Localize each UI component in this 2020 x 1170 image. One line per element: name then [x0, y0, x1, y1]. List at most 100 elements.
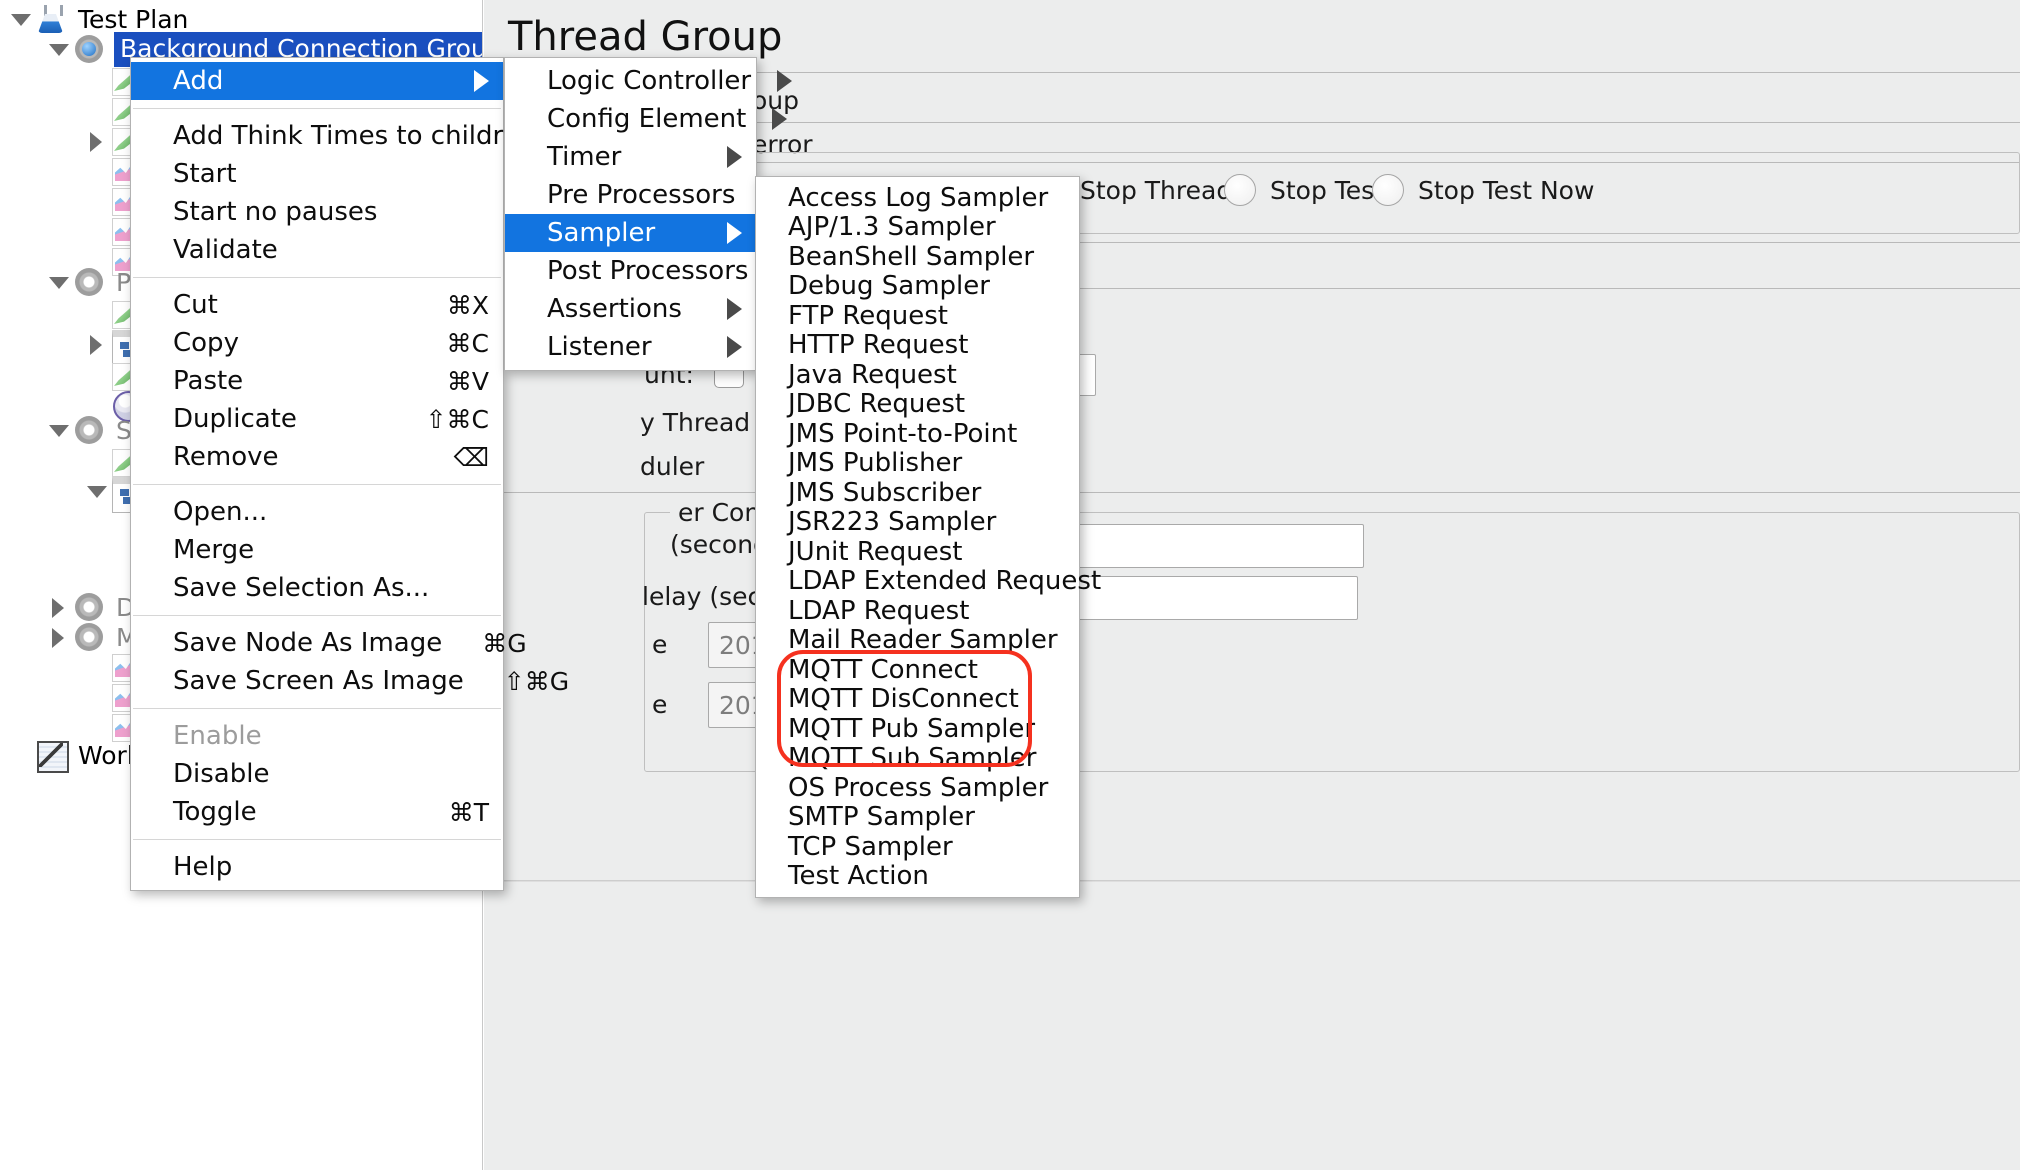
sampler-menu-item-beanshell-sampler[interactable]: BeanShell Sampler — [756, 242, 1079, 272]
sampler-menu-item-jdbc-request[interactable]: JDBC Request — [756, 390, 1079, 420]
chevron-right-icon — [727, 336, 742, 358]
sampler-menu-item-tcp-sampler[interactable]: TCP Sampler — [756, 832, 1079, 862]
radio-label-stop-test-now: Stop Test Now — [1418, 176, 1594, 205]
sampler-menu-item-junit-request[interactable]: JUnit Request — [756, 537, 1079, 567]
chevron-right-icon — [727, 298, 742, 320]
menu-item-label: Test Action — [788, 861, 1065, 891]
menu-item-disable[interactable]: Disable — [131, 755, 503, 793]
menu-item-label: Sampler — [547, 218, 701, 248]
menu-item-label: MQTT DisConnect — [788, 684, 1065, 714]
chevron-down-icon[interactable] — [84, 478, 110, 504]
menu-item-label: Debug Sampler — [788, 271, 1065, 301]
menu-item-label: Paste — [173, 366, 407, 396]
radio-stop-test-now[interactable] — [1372, 174, 1404, 206]
menu-item-start[interactable]: Start — [131, 155, 503, 193]
menu-item-merge[interactable]: Merge — [131, 531, 503, 569]
menu-item-add[interactable]: Add — [131, 62, 503, 100]
menu-item-open[interactable]: Open... — [131, 493, 503, 531]
menu-item-label: MQTT Connect — [788, 655, 1065, 685]
sampler-menu-item-debug-sampler[interactable]: Debug Sampler — [756, 272, 1079, 302]
sampler-menu-item-jms-subscriber[interactable]: JMS Subscriber — [756, 478, 1079, 508]
menu-item-shortcut: ⇧⌘G — [504, 667, 569, 696]
chevron-right-icon — [727, 222, 742, 244]
add-menu-item-listener[interactable]: Listener — [505, 328, 756, 366]
menu-item-label: Merge — [173, 535, 489, 565]
sampler-menu-item-test-action[interactable]: Test Action — [756, 862, 1079, 892]
sampler-menu-item-mail-reader-sampler[interactable]: Mail Reader Sampler — [756, 626, 1079, 656]
add-menu-item-timer[interactable]: Timer — [505, 138, 756, 176]
menu-item-shortcut: ⌘C — [447, 329, 489, 358]
sampler-menu-item-ldap-request[interactable]: LDAP Request — [756, 596, 1079, 626]
menu-item-label: Assertions — [547, 294, 701, 324]
menu-item-label: OS Process Sampler — [788, 773, 1065, 803]
menu-item-save-node-as-image[interactable]: Save Node As Image⌘G — [131, 624, 503, 662]
sampler-menu-item-mqtt-sub-sampler[interactable]: MQTT Sub Sampler — [756, 744, 1079, 774]
add-submenu[interactable]: Logic ControllerConfig ElementTimerPre P… — [504, 57, 757, 371]
menu-separator — [133, 839, 501, 840]
menu-item-add-think-times-to-children[interactable]: Add Think Times to children — [131, 117, 503, 155]
end-time-label: e — [652, 690, 667, 719]
menu-item-duplicate[interactable]: Duplicate⇧⌘C — [131, 400, 503, 438]
menu-item-remove[interactable]: Remove⌫ — [131, 438, 503, 476]
chevron-right-icon[interactable] — [46, 624, 72, 650]
menu-item-validate[interactable]: Validate — [131, 231, 503, 269]
spacer-icon — [8, 742, 34, 768]
sampler-menu-item-jms-publisher[interactable]: JMS Publisher — [756, 449, 1079, 479]
add-menu-item-config-element[interactable]: Config Element — [505, 100, 756, 138]
sampler-menu-item-jms-point-to-point[interactable]: JMS Point-to-Point — [756, 419, 1079, 449]
sampler-menu-item-http-request[interactable]: HTTP Request — [756, 331, 1079, 361]
menu-item-paste[interactable]: Paste⌘V — [131, 362, 503, 400]
node-context-menu[interactable]: Add Add Think Times to childrenStartStart… — [130, 57, 504, 891]
menu-item-cut[interactable]: Cut⌘X — [131, 286, 503, 324]
add-menu-item-post-processors[interactable]: Post Processors — [505, 252, 756, 290]
sampler-menu-item-java-request[interactable]: Java Request — [756, 360, 1079, 390]
chevron-down-icon[interactable] — [46, 417, 72, 443]
sampler-menu-item-mqtt-pub-sampler[interactable]: MQTT Pub Sampler — [756, 714, 1079, 744]
sampler-menu-item-access-log-sampler[interactable]: Access Log Sampler — [756, 183, 1079, 213]
jmeter-window: Test PlanBackground Connection GroupPubS… — [0, 0, 2020, 1170]
menu-item-copy[interactable]: Copy ⌘C — [131, 324, 503, 362]
menu-item-label: Open... — [173, 497, 489, 527]
menu-separator — [133, 484, 501, 485]
menu-item-label: Add Think Times to children — [173, 121, 535, 151]
chevron-right-icon — [474, 70, 489, 92]
sampler-menu-item-jsr223-sampler[interactable]: JSR223 Sampler — [756, 508, 1079, 538]
sampler-menu-item-ldap-extended-request[interactable]: LDAP Extended Request — [756, 567, 1079, 597]
menu-item-label: LDAP Extended Request — [788, 566, 1101, 596]
menu-item-toggle[interactable]: Toggle⌘T — [131, 793, 503, 831]
start-time-label: e — [652, 630, 667, 659]
chevron-down-icon[interactable] — [8, 6, 34, 32]
chevron-right-icon — [772, 108, 787, 130]
add-menu-item-sampler[interactable]: Sampler — [505, 214, 756, 252]
chevron-down-icon[interactable] — [46, 269, 72, 295]
menu-item-save-selection-as[interactable]: Save Selection As... — [131, 569, 503, 607]
scheduler-checkbox-label: duler — [640, 452, 704, 481]
sampler-menu-item-mqtt-connect[interactable]: MQTT Connect — [756, 655, 1079, 685]
menu-item-enable: Enable — [131, 717, 503, 755]
sampler-submenu[interactable]: Access Log SamplerAJP/1.3 SamplerBeanShe… — [755, 176, 1080, 898]
sampler-menu-item-os-process-sampler[interactable]: OS Process Sampler — [756, 773, 1079, 803]
chevron-right-icon[interactable] — [46, 594, 72, 620]
menu-item-save-screen-as-image[interactable]: Save Screen As Image⇧⌘G — [131, 662, 503, 700]
menu-item-label: Duplicate — [173, 404, 386, 434]
menu-item-start-no-pauses[interactable]: Start no pauses — [131, 193, 503, 231]
sampler-menu-item-ajp-1-3-sampler[interactable]: AJP/1.3 Sampler — [756, 213, 1079, 243]
menu-item-label: LDAP Request — [788, 596, 1065, 626]
spacer-icon — [84, 188, 110, 214]
sampler-menu-item-ftp-request[interactable]: FTP Request — [756, 301, 1079, 331]
spacer-icon — [84, 158, 110, 184]
radio-stop-test[interactable] — [1224, 174, 1256, 206]
add-menu-item-logic-controller[interactable]: Logic Controller — [505, 62, 756, 100]
menu-item-label: Java Request — [788, 360, 1065, 390]
menu-item-shortcut: ⌘T — [449, 798, 489, 827]
menu-item-help[interactable]: Help — [131, 848, 503, 886]
menu-item-label: Copy — [173, 328, 407, 358]
add-menu-item-assertions[interactable]: Assertions — [505, 290, 756, 328]
chevron-down-icon[interactable] — [46, 36, 72, 62]
chevron-right-icon[interactable] — [84, 331, 110, 357]
chevron-right-icon[interactable] — [84, 128, 110, 154]
sampler-menu-item-mqtt-disconnect[interactable]: MQTT DisConnect — [756, 685, 1079, 715]
add-menu-item-pre-processors[interactable]: Pre Processors — [505, 176, 756, 214]
spacer-icon — [84, 301, 110, 327]
sampler-menu-item-smtp-sampler[interactable]: SMTP Sampler — [756, 803, 1079, 833]
